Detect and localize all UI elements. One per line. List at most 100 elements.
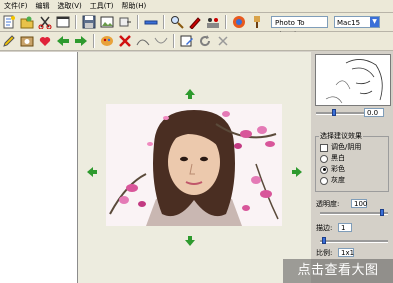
arrow-left-icon[interactable] — [86, 166, 98, 178]
file-list-panel[interactable] — [0, 52, 78, 283]
transparency-slider[interactable] — [320, 212, 388, 215]
pen-picture-icon — [189, 17, 201, 29]
radio-label: 黑白 — [331, 154, 345, 162]
palette-icon — [101, 36, 113, 46]
curve-alt-button[interactable] — [153, 33, 169, 49]
scissors-icon — [38, 16, 52, 29]
preview-slider[interactable] — [316, 112, 364, 115]
toolbar-separator — [173, 34, 175, 48]
style-name-field[interactable]: Photo To Sketch — [271, 16, 328, 39]
refresh-icon — [200, 35, 211, 47]
radio-button[interactable] — [320, 176, 328, 185]
arrow-down-icon[interactable] — [184, 235, 196, 247]
arrow-up-icon[interactable] — [184, 88, 196, 100]
colorize-button[interactable] — [99, 33, 115, 49]
ratio-input[interactable]: 1x1 — [338, 248, 354, 257]
curve-button[interactable] — [135, 33, 151, 49]
mode-select-value: Mac15 — [337, 19, 361, 27]
preview-spinbox[interactable]: 0.0 — [364, 108, 384, 117]
edit-toolbar — [0, 32, 393, 51]
image-save-icon — [100, 16, 114, 28]
edit-image-icon — [180, 35, 193, 47]
ratio-label: 比例: — [316, 249, 333, 257]
menu-edit[interactable]: 编辑 — [32, 0, 54, 12]
mode-select[interactable]: Mac15 ▼ — [334, 16, 380, 28]
curve-icon — [136, 39, 150, 46]
menu-help[interactable]: 帮助(H) — [118, 0, 151, 12]
view-large-image-watermark[interactable]: 点击查看大图 — [283, 259, 393, 283]
curve-alt-icon — [154, 37, 168, 44]
brush-slider[interactable] — [320, 240, 388, 243]
effects-button[interactable] — [231, 14, 247, 30]
zoom-button[interactable] — [169, 14, 185, 30]
forward-button[interactable] — [73, 33, 89, 49]
photo-button[interactable] — [19, 33, 35, 49]
brush-label: 描边: — [316, 224, 333, 232]
open-folder-icon — [20, 16, 34, 29]
sketch-preview — [315, 54, 391, 106]
new-file-button[interactable] — [1, 14, 17, 30]
close-button[interactable] — [215, 33, 231, 49]
preview-slider-thumb[interactable] — [332, 109, 336, 116]
arrow-right-icon — [75, 36, 87, 46]
pencil-icon — [3, 35, 15, 47]
radio-label: 灰度 — [331, 176, 345, 184]
open-folder-button[interactable] — [19, 14, 35, 30]
radio-button-selected[interactable] — [320, 165, 328, 174]
edit-image-button[interactable] — [179, 33, 195, 49]
effect-group-title: 选择建议效果 — [319, 132, 363, 141]
radio-option[interactable]: 彩色 — [320, 165, 345, 174]
brush-button[interactable] — [249, 14, 265, 30]
red-x-icon — [119, 35, 131, 47]
radio-option[interactable]: 黑白 — [320, 154, 345, 163]
adjust-button[interactable] — [205, 14, 221, 30]
floppy-disk-icon — [82, 15, 96, 29]
portrait-image — [106, 104, 282, 226]
canvas-area — [78, 52, 311, 283]
settings-panel: 0.0 选择建议效果 调色/阴用 黑白 彩色 灰度 透明度: 100 描边: 1… — [312, 52, 393, 283]
color-shadow-checkbox[interactable]: 调色/阴用 — [320, 143, 361, 152]
export-icon — [119, 17, 131, 27]
new-file-icon — [3, 15, 15, 29]
color-wheel-icon — [233, 16, 245, 28]
scissors-button[interactable] — [37, 14, 53, 30]
save-button[interactable] — [81, 14, 97, 30]
save-image-button[interactable] — [99, 14, 115, 30]
photo-preview[interactable] — [106, 104, 282, 226]
magnifier-icon — [171, 16, 184, 29]
radio-label: 彩色 — [331, 165, 345, 173]
checkbox-label: 调色/阴用 — [331, 143, 362, 151]
menu-file[interactable]: 文件(F) — [0, 0, 32, 12]
toolbar-separator — [93, 34, 95, 48]
heart-icon — [39, 37, 51, 46]
checkbox-box[interactable] — [320, 143, 328, 152]
heart-button[interactable] — [37, 33, 53, 49]
brush-slider-thumb[interactable] — [322, 237, 326, 244]
menu-tools[interactable]: 工具(T) — [86, 0, 118, 12]
back-button[interactable] — [55, 33, 71, 49]
transparency-input[interactable]: 100 — [351, 199, 367, 208]
window-button[interactable] — [55, 14, 71, 30]
brush-input[interactable]: 1 — [338, 223, 352, 232]
menu-select[interactable]: 选取(V) — [54, 0, 86, 12]
radio-option[interactable]: 灰度 — [320, 176, 345, 185]
arrow-left-icon — [57, 36, 69, 46]
radio-button[interactable] — [320, 154, 328, 163]
pencil-button[interactable] — [1, 33, 17, 49]
window-icon — [56, 16, 70, 28]
brush-icon — [254, 16, 260, 28]
toolbar-separator — [137, 15, 139, 29]
toolbar-separator — [225, 15, 227, 29]
close-icon — [218, 36, 228, 46]
export-button[interactable] — [117, 14, 133, 30]
delete-button[interactable] — [117, 33, 133, 49]
transparency-slider-thumb[interactable] — [380, 209, 384, 216]
menu-bar: 文件(F) 编辑 选取(V) 工具(T) 帮助(H) — [0, 0, 393, 13]
chevron-down-icon[interactable]: ▼ — [370, 17, 379, 27]
line-tool-button[interactable] — [143, 14, 159, 30]
refresh-button[interactable] — [197, 33, 213, 49]
arrow-right-icon[interactable] — [291, 166, 303, 178]
line-tool-icon — [144, 20, 158, 25]
transparency-label: 透明度: — [316, 200, 340, 208]
enhance-button[interactable] — [187, 14, 203, 30]
